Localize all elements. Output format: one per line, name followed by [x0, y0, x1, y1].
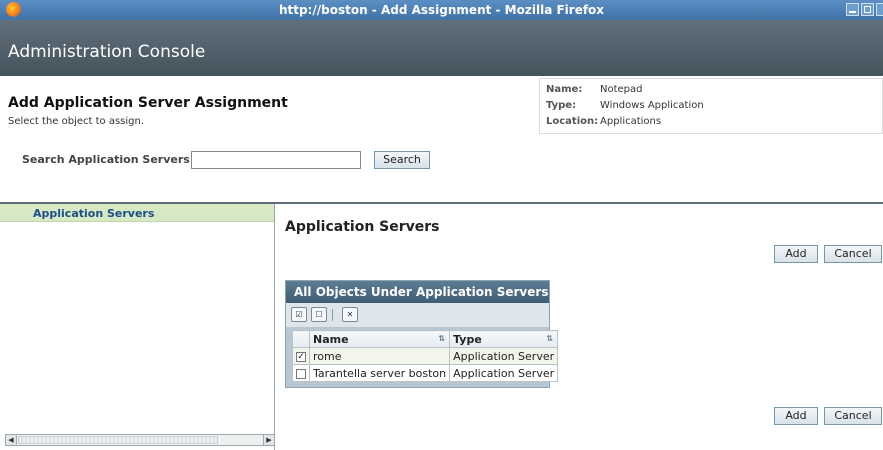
search-label: Search Application Servers:	[22, 153, 195, 166]
info-type-row: Type: Windows Application	[546, 100, 704, 111]
cancel-button-top[interactable]: Cancel	[824, 245, 882, 263]
row-type: Application Server	[449, 364, 559, 382]
info-location-label: Location:	[546, 116, 599, 127]
close-icon[interactable]	[876, 3, 883, 16]
row-type: Application Server	[449, 347, 559, 365]
column-header-name[interactable]: Name ⇅	[308, 330, 451, 348]
minimize-icon[interactable]	[846, 3, 859, 16]
row-checkbox-cell	[292, 364, 310, 382]
sidebar-horizontal-scrollbar[interactable]: ◀ ▶	[5, 434, 275, 446]
window-titlebar: http://boston - Add Assignment - Mozilla…	[0, 0, 883, 20]
row-name[interactable]: Tarantella server boston	[308, 364, 451, 382]
info-name-value: Notepad	[600, 84, 643, 95]
sort-icon[interactable]: ⇅	[546, 334, 553, 343]
sidebar-item-label: Application Servers	[33, 207, 155, 220]
search-input[interactable]	[191, 151, 361, 169]
panel-title: All Objects Under Application Servers (2…	[294, 285, 572, 299]
search-button[interactable]: Search	[374, 151, 430, 169]
row-checkbox[interactable]	[296, 368, 306, 379]
column-header-type[interactable]: Type ⇅	[449, 330, 559, 348]
info-name-label: Name:	[546, 84, 583, 95]
table-toolbar: ☑ ☐ ✕	[286, 303, 549, 327]
row-name[interactable]: rome	[308, 347, 451, 365]
page-title: Add Application Server Assignment	[8, 95, 288, 111]
add-button-top[interactable]: Add	[774, 245, 818, 263]
sort-icon[interactable]: ⇅	[438, 334, 445, 343]
app-title: Administration Console	[8, 42, 206, 62]
info-location-value: Applications	[600, 116, 662, 127]
scroll-left-icon[interactable]: ◀	[6, 435, 17, 445]
select-all-icon[interactable]: ☑	[291, 307, 307, 322]
column-type-label: Type	[453, 332, 482, 346]
object-info-box: Name: Notepad Type: Windows Application Lo…	[539, 78, 883, 134]
row-checkbox-checked[interactable]: ✓	[296, 351, 306, 362]
table-header-row: Name ⇅ Type ⇅	[292, 330, 559, 348]
scrollbar-thumb[interactable]	[18, 436, 218, 444]
servers-table: Name ⇅ Type ⇅ ✓ rome Application Server	[292, 330, 559, 382]
cancel-button-bottom[interactable]: Cancel	[824, 407, 882, 425]
info-location-row: Location: Applications	[546, 116, 661, 127]
header-checkbox-cell	[292, 330, 310, 348]
info-type-label: Type:	[546, 100, 577, 111]
info-name-row: Name: Notepad	[546, 84, 643, 95]
app-header: Administration Console	[0, 20, 883, 76]
maximize-icon[interactable]	[861, 3, 874, 16]
sidebar: Application Servers	[0, 204, 275, 450]
clear-selection-icon[interactable]: ✕	[342, 307, 358, 322]
table-row[interactable]: Tarantella server boston Application Ser…	[292, 364, 559, 382]
table-row[interactable]: ✓ rome Application Server	[292, 347, 559, 365]
add-button-bottom[interactable]: Add	[774, 407, 818, 425]
objects-panel: All Objects Under Application Servers (2…	[285, 280, 572, 388]
panel-header: All Objects Under Application Servers (2…	[286, 281, 572, 303]
scroll-right-icon[interactable]: ▶	[263, 435, 274, 445]
column-name-label: Name	[313, 332, 349, 346]
sidebar-item-application-servers[interactable]: Application Servers	[0, 204, 274, 222]
toolbar-separator	[332, 309, 333, 321]
row-checkbox-cell: ✓	[292, 347, 310, 365]
deselect-all-icon[interactable]: ☐	[311, 307, 327, 322]
content-title: Application Servers	[285, 219, 440, 235]
info-type-value: Windows Application	[600, 100, 704, 111]
window-title: http://boston - Add Assignment - Mozilla…	[278, 3, 605, 17]
page-subtitle: Select the object to assign.	[8, 116, 145, 127]
